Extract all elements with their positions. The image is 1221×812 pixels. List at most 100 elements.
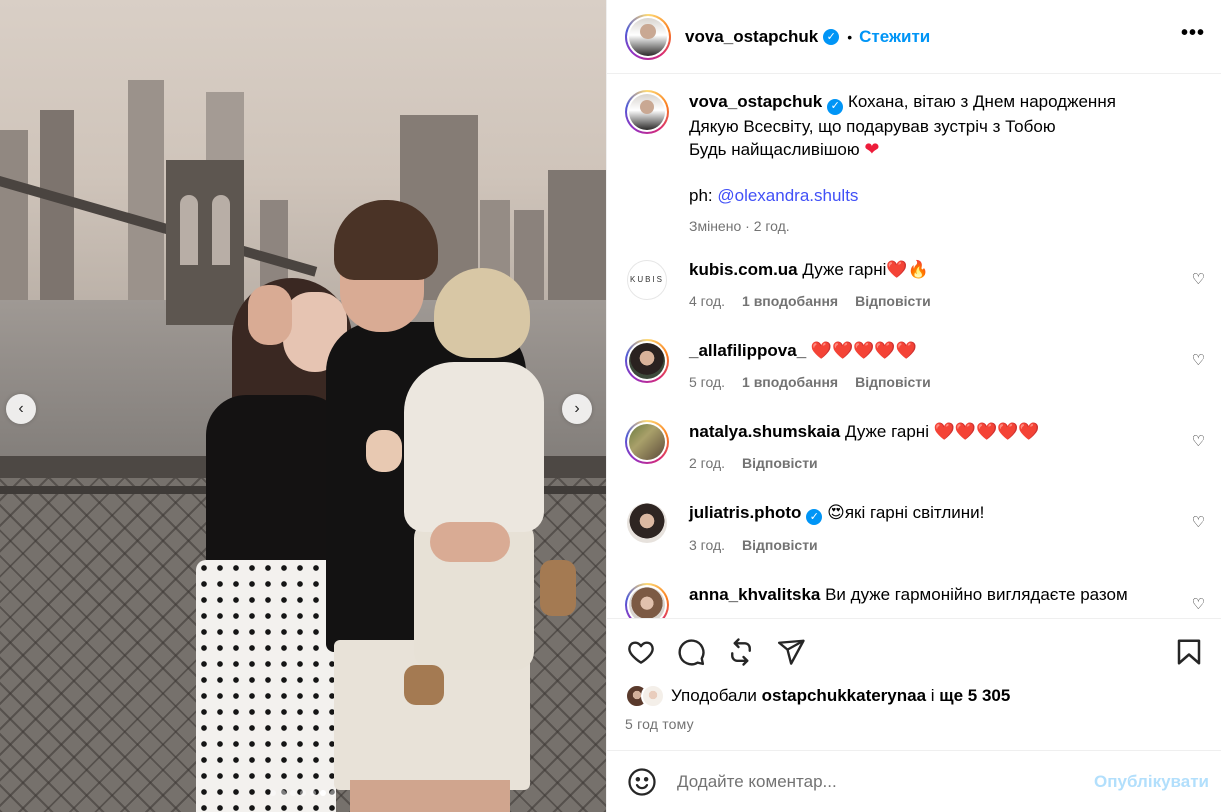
carousel-dot: [320, 790, 326, 796]
meta-separator: ·: [741, 217, 754, 234]
likes-prefix: Уподобали: [671, 686, 762, 705]
post-photo[interactable]: ‹ ›: [0, 0, 606, 812]
comment-time: 2 год.: [689, 454, 726, 471]
liker-avatar: [641, 684, 665, 708]
comment-avatar[interactable]: [625, 419, 669, 464]
comment-input[interactable]: [677, 771, 1095, 792]
carousel-dots: [0, 790, 606, 796]
comment-avatar[interactable]: [625, 501, 669, 545]
photo-child-hair: [434, 268, 530, 358]
photo-woman-top: [206, 395, 346, 575]
carousel-prev-button[interactable]: ‹: [6, 394, 36, 424]
follow-button[interactable]: Стежити: [859, 27, 930, 47]
author-avatar[interactable]: [625, 90, 669, 134]
edited-time: 2 год.: [753, 217, 790, 234]
post-side-panel: vova_ostapchuk ✓ • Стежити ••• vova_osta…: [606, 0, 1221, 812]
emoji-smiley-icon[interactable]: [627, 767, 657, 797]
carousel-next-button[interactable]: ›: [562, 394, 592, 424]
comment-text: ❤️❤️❤️❤️❤️: [810, 340, 917, 360]
comment-likes-count[interactable]: 1 вподобання: [742, 290, 838, 313]
repost-icon[interactable]: [725, 636, 757, 668]
comment-composer: Опублікувати: [607, 750, 1221, 812]
comment-avatar[interactable]: [625, 583, 669, 618]
comment-username[interactable]: anna_khvalitska: [689, 585, 820, 604]
carousel-dot: [330, 790, 336, 796]
publish-button[interactable]: Опублікувати: [1094, 772, 1209, 792]
likes-middle: і: [926, 686, 940, 705]
carousel-dot: [290, 790, 296, 796]
photo-child-shoe: [540, 560, 576, 616]
carousel-dot: [270, 790, 276, 796]
comment-bubble-icon[interactable]: [675, 636, 707, 668]
comment-text: Дуже гарні ❤️❤️❤️❤️❤️: [844, 421, 1040, 441]
comment-username[interactable]: natalya.shumskaia: [689, 422, 840, 441]
caption-line: Кохана, вітаю з Днем народження: [847, 92, 1116, 111]
photo-bridge-tower: [166, 160, 244, 325]
photo-man-legs: [350, 780, 510, 812]
red-heart-icon: ❤: [864, 138, 880, 159]
likes-summary[interactable]: Уподобали ostapchukkaterynaa і ще 5 305: [625, 684, 1205, 708]
comment-like-heart-icon[interactable]: ♡: [1192, 351, 1205, 369]
photo-child-hand: [366, 430, 402, 472]
avatar-logo-text: KUBIS: [627, 259, 667, 300]
comment-item: juliatris.photo ✓ 😍які гарні світлини! 3 …: [625, 501, 1205, 558]
comment-likes-count[interactable]: 1 вподобання: [742, 371, 838, 394]
verified-badge-icon: ✓: [827, 98, 844, 115]
comment-username[interactable]: _allafilippova_: [689, 341, 806, 360]
reply-button[interactable]: Відповісти: [742, 452, 818, 475]
likes-count[interactable]: ще 5 305: [939, 686, 1010, 705]
comment-item: _allafilippova_ ❤️❤️❤️❤️❤️ 5 год. 1 впод…: [625, 338, 1205, 394]
edited-label: Змінено: [689, 217, 742, 234]
comment-like-heart-icon[interactable]: ♡: [1192, 432, 1205, 450]
photo-bridge-arch: [212, 195, 230, 265]
comment-item: anna_khvalitska Ви дуже гармонійно вигля…: [625, 583, 1205, 618]
comment-item: KUBIS kubis.com.ua Дуже гарні❤️🔥 4 год. …: [625, 258, 1205, 313]
verified-badge-icon: ✓: [806, 509, 823, 525]
author-username[interactable]: vova_ostapchuk: [685, 27, 818, 47]
comment-text: 😍які гарні світлини!: [827, 502, 985, 522]
like-heart-icon[interactable]: [625, 636, 657, 668]
reply-button[interactable]: Відповісти: [742, 534, 818, 557]
reply-button[interactable]: Відповісти: [855, 371, 931, 394]
photo-child-shoe: [404, 665, 444, 705]
comment-time: 5 год.: [689, 373, 726, 390]
post-actions-area: Уподобали ostapchukkaterynaa і ще 5 305 …: [607, 618, 1221, 750]
carousel-dot: [310, 790, 316, 796]
photo-hand: [248, 285, 292, 345]
verified-badge-icon: ✓: [823, 28, 840, 45]
reply-button[interactable]: Відповісти: [855, 290, 931, 313]
post-time-ago[interactable]: 5 год тому: [625, 716, 1205, 732]
comment-avatar[interactable]: [625, 338, 669, 383]
comment-text: Ви дуже гармонійно виглядаєте разом: [825, 585, 1128, 604]
post-viewer: ‹ › vova_ostapchuk ✓ • Стежити ••• vova_…: [0, 0, 1221, 812]
photo-child-shirt: [404, 362, 544, 532]
author-avatar[interactable]: [625, 13, 671, 60]
share-paper-plane-icon[interactable]: [775, 636, 807, 668]
post-header: vova_ostapchuk ✓ • Стежити •••: [607, 0, 1221, 74]
caption-line: Будь найщасливішою: [689, 139, 860, 159]
comment-time: 4 год.: [689, 292, 726, 309]
comment-username[interactable]: kubis.com.ua: [689, 260, 798, 279]
comment-like-heart-icon[interactable]: ♡: [1192, 513, 1205, 531]
comment-like-heart-icon[interactable]: ♡: [1192, 270, 1205, 288]
comment-time: 3 год.: [689, 537, 726, 553]
bookmark-icon[interactable]: [1173, 636, 1205, 668]
comment-username[interactable]: juliatris.photo: [689, 503, 801, 522]
photo-woman-pants: [196, 560, 336, 812]
comment-like-heart-icon[interactable]: ♡: [1192, 595, 1205, 613]
comment-avatar[interactable]: KUBIS: [625, 258, 669, 302]
caption: vova_ostapchuk ✓ Кохана, вітаю з Днем нар…: [625, 90, 1205, 238]
caption-line: Дякую Всесвіту, що подарував зустріч з Т…: [689, 116, 1056, 136]
carousel-dot: [280, 790, 286, 796]
comment-text: Дуже гарні❤️🔥: [802, 259, 929, 279]
photo-bridge-arch: [180, 195, 198, 265]
photographer-link[interactable]: @olexandra.shults: [717, 186, 858, 205]
photographer-prefix: ph:: [689, 185, 718, 205]
caption-username[interactable]: vova_ostapchuk: [689, 92, 822, 111]
likes-first-user[interactable]: ostapchukkaterynaa: [762, 686, 926, 705]
carousel-dot: [300, 790, 306, 796]
action-bar: [625, 635, 1205, 669]
comments-list[interactable]: vova_ostapchuk ✓ Кохана, вітаю з Днем нар…: [607, 74, 1221, 618]
caption-meta: Змінено · 2 год.: [689, 215, 1205, 238]
more-options-icon[interactable]: •••: [1181, 23, 1205, 46]
